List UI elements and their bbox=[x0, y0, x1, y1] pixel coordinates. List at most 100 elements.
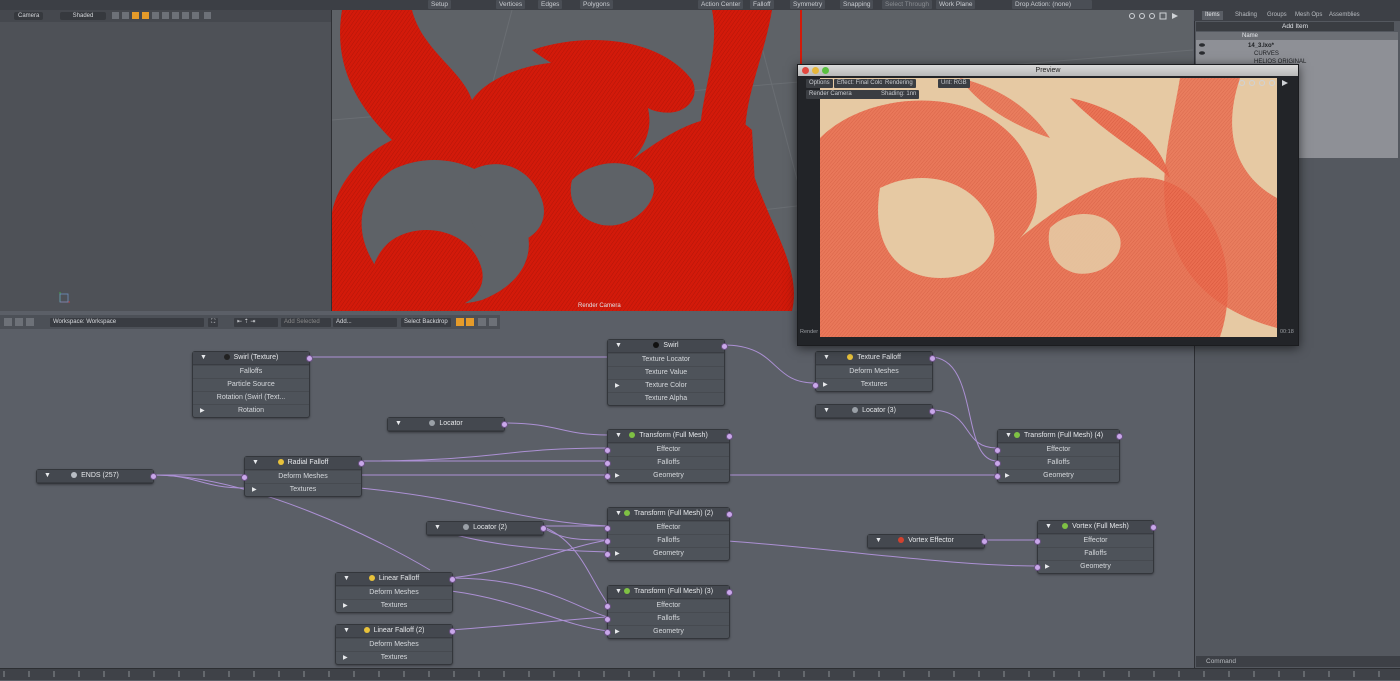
name-column-header[interactable]: Name bbox=[1196, 32, 1398, 40]
input-port[interactable] bbox=[994, 447, 1001, 454]
node-input-textures[interactable]: ▶ Textures bbox=[336, 651, 452, 664]
node-input-rotation[interactable]: ▶ Rotation bbox=[193, 404, 309, 417]
collapse-icon[interactable]: ▼ bbox=[823, 405, 830, 417]
expand-icon[interactable]: ▶ bbox=[615, 470, 620, 482]
collapse-icon[interactable]: ▼ bbox=[1045, 521, 1052, 533]
input-port[interactable] bbox=[604, 447, 611, 454]
node-input-textures[interactable]: ▶ Textures bbox=[245, 483, 361, 496]
expand-icon[interactable]: ▶ bbox=[615, 380, 620, 392]
preview-options-button[interactable]: Options bbox=[806, 79, 833, 88]
input-port[interactable] bbox=[604, 473, 611, 480]
collapse-icon[interactable]: ▼ bbox=[823, 352, 830, 364]
expand-icon[interactable]: ▶ bbox=[615, 548, 620, 560]
input-port[interactable] bbox=[241, 474, 248, 481]
node-input-effector[interactable]: Effector bbox=[604, 521, 729, 534]
input-port[interactable] bbox=[604, 551, 611, 558]
collapse-icon[interactable]: ▼ bbox=[44, 470, 51, 482]
output-port[interactable] bbox=[1150, 524, 1157, 531]
node-transform-1[interactable]: ▼ Transform (Full Mesh) Effector Falloffs… bbox=[604, 429, 733, 483]
node-input-geometry[interactable]: ▶ Geometry bbox=[1034, 560, 1153, 573]
tab-groups[interactable]: Groups bbox=[1264, 11, 1290, 20]
node-input-texture-color[interactable]: ▶ Texture Color bbox=[608, 379, 724, 392]
list-item[interactable]: CURVES bbox=[1196, 50, 1398, 58]
collapse-icon[interactable]: ▼ bbox=[252, 457, 259, 469]
node-input-falloffs[interactable]: Falloffs bbox=[604, 612, 729, 625]
node-input-deform-meshes[interactable]: Deform Meshes bbox=[816, 365, 932, 378]
node-input-falloffs[interactable]: Falloffs bbox=[604, 456, 729, 469]
expand-icon[interactable]: ▶ bbox=[1045, 561, 1050, 573]
unit-select[interactable]: Unt: RGB bbox=[938, 79, 970, 88]
visibility-eye-icon[interactable] bbox=[1198, 42, 1206, 62]
render-camera-select[interactable]: Render Camera bbox=[806, 90, 882, 99]
collapse-icon[interactable]: ▼ bbox=[395, 418, 402, 430]
input-port[interactable] bbox=[604, 525, 611, 532]
list-item[interactable]: 14_3.lxo* bbox=[1196, 42, 1398, 50]
expand-icon[interactable]: ▶ bbox=[823, 379, 828, 391]
node-input-falloffs[interactable]: Falloffs bbox=[604, 534, 729, 547]
tab-shading[interactable]: Shading bbox=[1232, 11, 1260, 20]
input-port[interactable] bbox=[994, 473, 1001, 480]
output-port[interactable] bbox=[981, 538, 988, 545]
preview-tool-icons[interactable] bbox=[1238, 79, 1294, 88]
node-input-effector[interactable]: Effector bbox=[994, 443, 1119, 456]
effect-select[interactable]: Effect: Final Color bbox=[834, 79, 888, 88]
node-input-falloffs[interactable]: Falloffs bbox=[1038, 547, 1153, 560]
output-port[interactable] bbox=[726, 589, 733, 596]
input-port[interactable] bbox=[994, 460, 1001, 467]
command-input[interactable]: Command bbox=[1196, 656, 1400, 667]
node-input-textures[interactable]: ▶ Textures bbox=[336, 599, 452, 612]
node-input-texture-value[interactable]: Texture Value bbox=[608, 366, 724, 379]
node-linear-falloff-2[interactable]: ▼ Linear Falloff (2) Deform Meshes ▶ Textu… bbox=[335, 624, 456, 665]
expand-icon[interactable]: ▶ bbox=[1005, 470, 1010, 482]
input-port[interactable] bbox=[604, 629, 611, 636]
node-input-effector[interactable]: Effector bbox=[604, 443, 729, 456]
collapse-icon[interactable]: ▼ bbox=[200, 352, 207, 364]
collapse-icon[interactable]: ▼ bbox=[434, 522, 441, 534]
tab-assemblies[interactable]: Assemblies bbox=[1326, 11, 1363, 20]
output-port[interactable] bbox=[1116, 433, 1123, 440]
output-port[interactable] bbox=[929, 355, 936, 362]
output-port[interactable] bbox=[358, 460, 365, 467]
output-port[interactable] bbox=[721, 343, 728, 350]
output-port[interactable] bbox=[540, 525, 547, 532]
node-input-geometry[interactable]: ▶ Geometry bbox=[604, 625, 729, 638]
node-input-rotation-swirl[interactable]: Rotation (Swirl (Text... bbox=[193, 391, 309, 404]
node-input-effector[interactable]: Effector bbox=[1034, 534, 1153, 547]
collapse-icon[interactable]: ▼ bbox=[343, 625, 350, 637]
node-linear-falloff[interactable]: ▼ Linear Falloff Deform Meshes ▶ Textures bbox=[335, 572, 456, 613]
input-port[interactable] bbox=[1034, 564, 1041, 571]
output-port[interactable] bbox=[150, 473, 157, 480]
node-input-particle-source[interactable]: Particle Source bbox=[193, 378, 309, 391]
input-port[interactable] bbox=[604, 460, 611, 467]
rendering-button[interactable]: Rendering bbox=[882, 79, 916, 88]
tab-items[interactable]: Items bbox=[1202, 11, 1223, 20]
node-input-effector[interactable]: Effector bbox=[604, 599, 729, 612]
input-port[interactable] bbox=[604, 603, 611, 610]
input-port[interactable] bbox=[812, 382, 819, 389]
node-locator-3[interactable]: ▼ Locator (3) bbox=[815, 404, 936, 419]
node-input-texture-locator[interactable]: Texture Locator bbox=[608, 353, 724, 366]
minimize-icon[interactable] bbox=[812, 67, 819, 74]
collapse-icon[interactable]: ▼ bbox=[615, 586, 622, 598]
node-texture-falloff[interactable]: ▼ Texture Falloff Deform Meshes ▶ Textures bbox=[812, 351, 936, 392]
node-ends-mesh[interactable]: ▼ ENDS (257) bbox=[36, 469, 157, 484]
node-input-textures[interactable]: ▶ Textures bbox=[812, 378, 932, 391]
node-locator[interactable]: ▼ Locator bbox=[387, 417, 508, 432]
node-input-deform-meshes[interactable]: Deform Meshes bbox=[336, 586, 452, 599]
output-port[interactable] bbox=[449, 576, 456, 583]
output-port[interactable] bbox=[726, 433, 733, 440]
node-locator-2[interactable]: ▼ Locator (2) bbox=[426, 521, 547, 536]
node-vortex-full-mesh[interactable]: ▼ Vortex (Full Mesh) Effector Falloffs ▶ G… bbox=[1034, 520, 1157, 574]
expand-icon[interactable]: ▶ bbox=[200, 405, 205, 417]
timeline-ruler[interactable] bbox=[0, 668, 1400, 680]
preview-window[interactable]: Preview Options Effect: Final Color Rend… bbox=[797, 64, 1299, 346]
expand-icon[interactable]: ▶ bbox=[615, 626, 620, 638]
input-port[interactable] bbox=[1034, 538, 1041, 545]
expand-icon[interactable]: ▶ bbox=[343, 600, 348, 612]
collapse-icon[interactable]: ▼ bbox=[875, 535, 882, 547]
expand-icon[interactable]: ▶ bbox=[252, 484, 257, 496]
node-input-geometry[interactable]: ▶ Geometry bbox=[604, 469, 729, 482]
node-vortex-effector[interactable]: ▼ Vortex Effector bbox=[867, 534, 988, 549]
tab-mesh-ops[interactable]: Mesh Ops bbox=[1292, 11, 1325, 20]
input-port[interactable] bbox=[604, 616, 611, 623]
